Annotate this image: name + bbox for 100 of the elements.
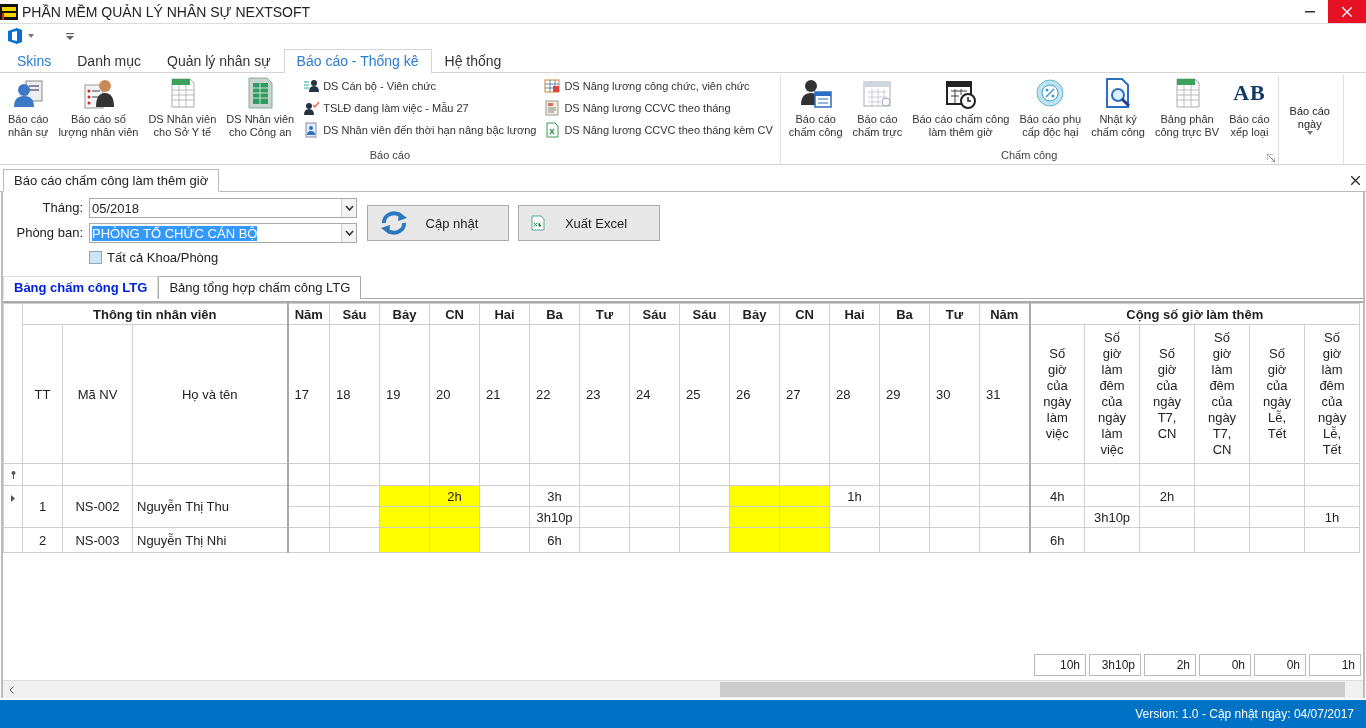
column-header: Hai — [479, 303, 530, 325]
total-field: 10h — [1034, 654, 1086, 676]
ribbon-button[interactable]: AB Báo cáo xếp loại — [1224, 75, 1275, 148]
column-header: 19 — [379, 324, 430, 464]
row-indicator-icon[interactable] — [11, 495, 15, 502]
dialog-launcher-icon[interactable] — [1266, 154, 1275, 162]
letters-icon: AB — [1233, 77, 1266, 109]
chevron-down-icon[interactable] — [344, 205, 354, 211]
chevron-down-icon[interactable] — [344, 230, 354, 236]
ribbon-tab[interactable]: Hệ thống — [431, 49, 515, 73]
checkbox-label: Tất cả Khoa/Phòng — [107, 250, 219, 265]
table-cell: 3h10p — [529, 506, 580, 528]
column-header: 18 — [329, 324, 380, 464]
column-header: 31 — [979, 324, 1030, 464]
column-header: 25 — [679, 324, 730, 464]
refresh-button[interactable]: Cập nhật — [367, 205, 509, 241]
ribbon-button[interactable]: Báo cáo chấm công làm thêm giờ — [907, 75, 1015, 148]
column-header: Số giờ của ngày Lễ, Tết — [1249, 324, 1305, 464]
close-icon[interactable] — [1351, 175, 1360, 185]
ribbon-button[interactable]: DS Nâng lương CCVC theo tháng kèm CV — [544, 121, 773, 138]
column-header: 22 — [529, 324, 580, 464]
ribbon-button[interactable]: DS Nhân viên cho Sở Y tế — [143, 75, 222, 148]
ribbon-button[interactable]: Báo cáo số lượng nhân viên — [53, 75, 144, 148]
column-header: Sáu — [629, 303, 680, 325]
column-header: Ba — [529, 303, 580, 325]
ribbon-button[interactable]: Báo cáo chấm trực — [847, 75, 908, 148]
field-label: Phòng ban: — [15, 224, 83, 242]
total-field: 0h — [1254, 654, 1306, 676]
ribbon-button[interactable]: TSLĐ đang làm việc - Mẫu 27 — [303, 99, 537, 116]
minimize-icon — [1305, 10, 1315, 13]
column-header: Số giờ của ngày T7, CN — [1139, 324, 1195, 464]
group-title: Báo cáo — [369, 148, 411, 163]
filter-pin-icon[interactable] — [10, 471, 16, 479]
column-header: Số giờ làm đêm của ngày Lễ, Tết — [1304, 324, 1360, 464]
tab[interactable]: Bảng tổng hợp chấm công LTG — [158, 276, 362, 299]
table-cell: 1h — [829, 485, 880, 507]
ribbon-dropdown[interactable]: Báo cáo ngày — [1281, 75, 1340, 148]
excel-file-icon — [544, 121, 561, 138]
ribbon-button[interactable]: DS Nâng lương công chức, viên chức — [544, 77, 773, 94]
close-icon — [1342, 6, 1352, 17]
checkbox[interactable] — [89, 251, 102, 264]
column-header: TT — [22, 324, 63, 464]
table-cell: NS-002 — [62, 485, 133, 528]
column-header: 21 — [479, 324, 530, 464]
total-field: 0h — [1199, 654, 1251, 676]
ribbon-button[interactable]: Nhật ký chấm công — [1086, 75, 1150, 148]
ribbon-tab[interactable]: Báo cáo - Thống kê — [283, 49, 432, 73]
person-list-icon — [82, 77, 115, 109]
spreadsheet-file-icon — [531, 215, 545, 231]
ribbon-button[interactable]: Báo cáo phụ cấp độc hại — [1014, 75, 1087, 148]
column-header: 23 — [579, 324, 630, 464]
column-header: Mã NV — [62, 324, 133, 464]
table-icon — [544, 77, 561, 94]
column-header: 20 — [429, 324, 480, 464]
column-header: CN — [779, 303, 830, 325]
column-header: 29 — [879, 324, 930, 464]
horizontal-scrollbar[interactable] — [3, 680, 1363, 698]
total-field: 1h — [1309, 654, 1361, 676]
total-field: 3h10p — [1089, 654, 1141, 676]
caret-icon — [1306, 131, 1313, 135]
scrollbar-thumb[interactable] — [720, 682, 1345, 697]
close-button[interactable] — [1328, 0, 1366, 23]
person-card-icon — [12, 77, 45, 109]
table-cell: 4h — [1029, 485, 1085, 507]
column-header: 27 — [779, 324, 830, 464]
table-cell: 1 — [22, 485, 63, 528]
ribbon-button[interactable]: DS Nhân viên cho Công an — [221, 75, 300, 148]
ribbon-tab[interactable]: Quản lý nhân sự — [154, 49, 284, 73]
office-logo-icon[interactable] — [8, 28, 22, 44]
ribbon-tab[interactable]: Skins — [4, 49, 65, 73]
ribbon-button[interactable]: Bảng phân công trực BV — [1150, 75, 1225, 148]
table-cell: 3h10p — [1084, 506, 1140, 528]
column-header: Năm — [979, 303, 1030, 325]
ribbon-button[interactable]: Báo cáo nhân sự — [3, 75, 54, 148]
column-header: Hai — [829, 303, 880, 325]
chevron-left-icon[interactable] — [9, 685, 14, 694]
ribbon-button[interactable]: DS Nâng lương CCVC theo tháng — [544, 99, 773, 116]
export-button[interactable]: Xuất Excel — [518, 205, 660, 241]
band-header: Cộng số giờ làm thêm — [1029, 303, 1360, 325]
band-header: Thông tin nhân viên — [22, 303, 288, 325]
document-tab[interactable]: Báo cáo chấm công làm thêm giờ — [3, 169, 220, 192]
ribbon-button[interactable]: Báo cáo chấm công — [783, 75, 848, 148]
column-header: 24 — [629, 324, 680, 464]
person-check-icon — [303, 99, 320, 116]
ribbon-button[interactable]: DS Nhân viên đến thời hạn nâng bậc lương — [303, 121, 537, 138]
ribbon-button[interactable]: DS Cán bộ - Viên chức — [303, 77, 537, 94]
field-label: Tháng: — [41, 199, 83, 217]
month-dropdown[interactable]: 05/2018 — [89, 198, 357, 218]
column-header: Bảy — [729, 303, 780, 325]
table-cell: 6h — [529, 527, 580, 553]
tab[interactable]: Bảng chấm công LTG — [3, 276, 159, 299]
refresh-icon — [380, 211, 408, 235]
customize-icon[interactable] — [66, 32, 74, 40]
people-list-icon — [303, 77, 320, 94]
column-header: 30 — [929, 324, 980, 464]
caret-icon[interactable] — [28, 34, 34, 38]
ribbon-tab[interactable]: Danh mục — [64, 49, 155, 73]
column-header: Số giờ của ngày làm việc — [1029, 324, 1085, 464]
column-header: 28 — [829, 324, 880, 464]
column-header: Sáu — [329, 303, 380, 325]
